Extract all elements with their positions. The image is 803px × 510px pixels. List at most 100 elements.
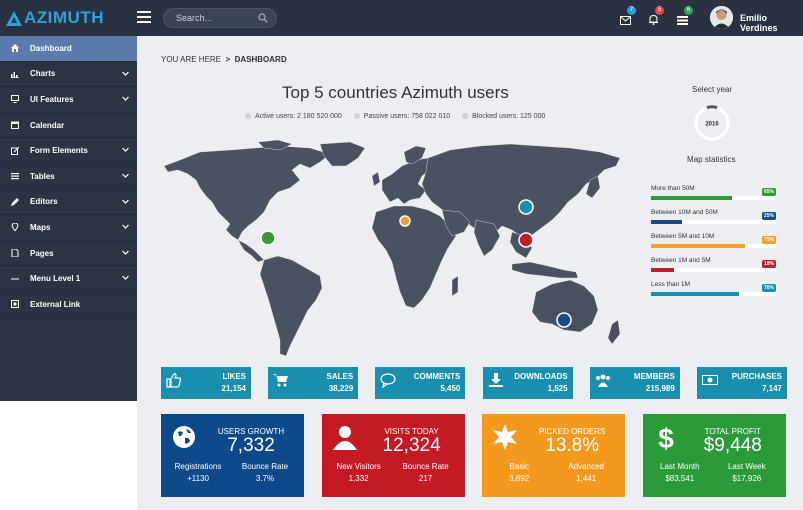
chevron-down-icon	[122, 71, 129, 76]
sidebar-item-label: Calendar	[30, 120, 65, 130]
sidebar-item-ui-features[interactable]: UI Features	[0, 87, 137, 113]
bell-badge: 5	[655, 6, 664, 15]
breadcrumb: YOU ARE HERE > DASHBOARD	[161, 55, 287, 64]
card-left-label: Basic	[509, 462, 529, 471]
map-stat-label: Between 5M and 10M	[651, 233, 715, 240]
sidebar-item-label: Charts	[30, 69, 56, 79]
sidebar-item-pages[interactable]: Pages	[0, 241, 137, 267]
table-icon	[10, 172, 19, 181]
usa-marker[interactable]	[260, 230, 276, 246]
map-stat-row: Between 10M and 50M 25%	[651, 209, 776, 229]
map-stat-fill	[651, 292, 739, 296]
australia-marker[interactable]	[556, 312, 572, 328]
germany-marker[interactable]	[399, 215, 411, 227]
avatar[interactable]	[710, 6, 733, 29]
map-stat-percent: 25%	[761, 212, 776, 220]
sidebar-item-charts[interactable]: Charts	[0, 62, 137, 88]
map-stat-percent: 75%	[761, 236, 776, 244]
search-box	[163, 8, 277, 28]
legend-blocked[interactable]: Blocked users: 125 000	[462, 113, 545, 120]
sidebar-item-label: External Link	[30, 299, 81, 309]
external-link-icon	[10, 300, 19, 309]
dollar-icon: $	[653, 423, 679, 454]
sidebar-item-tables[interactable]: Tables	[0, 164, 137, 190]
year-selector[interactable]: 2016	[693, 104, 731, 142]
card-right-value: 3.7%	[255, 474, 275, 483]
brand-name: AZIMUTH	[24, 8, 104, 27]
sidebar-item-label: Maps	[30, 222, 51, 232]
calendar-icon	[10, 121, 19, 130]
money-icon	[702, 372, 718, 388]
map-stat-label: Between 10M and 50M	[651, 209, 718, 216]
card-left-label: Registrations	[174, 462, 222, 471]
sidebar-item-label: Editors	[30, 197, 58, 207]
map-stat-percent: 65%	[761, 188, 776, 196]
globe-icon	[171, 424, 197, 450]
map-stat-bar	[651, 292, 776, 296]
sidebar-item-dashboard[interactable]: Dashboard	[0, 36, 137, 62]
page-icon	[10, 249, 19, 258]
hamburger-menu-icon[interactable]	[137, 11, 151, 23]
kpi-likes[interactable]: LIKES 21,154	[161, 367, 251, 399]
stat-card-users-growth[interactable]: USERS GROWTH 7,332 Registrations +1130 Bounc…	[161, 414, 304, 497]
kpi-label: COMMENTS	[413, 372, 461, 381]
map-stat-fill	[651, 196, 733, 200]
kpi-value: 7,147	[761, 384, 782, 393]
map-stat-label: Between 1M and 5M	[651, 257, 711, 264]
user-name[interactable]: Emilio Verdines	[740, 13, 803, 33]
map-stat-bar	[651, 244, 776, 248]
map-stat-fill	[651, 268, 674, 272]
brand-logo[interactable]: AZIMUTH	[6, 8, 104, 28]
map-title: Top 5 countries Azimuth users	[282, 83, 509, 102]
sidebar-item-calendar[interactable]: Calendar	[0, 113, 137, 139]
svg-text:$: $	[658, 424, 674, 450]
card-right-value: 217	[418, 474, 433, 483]
sidebar-item-external-link[interactable]: External Link	[0, 292, 137, 318]
card-left-value: $83,541	[665, 474, 695, 483]
card-value: 7,332	[227, 435, 275, 456]
mail-icon[interactable]: 7	[620, 6, 636, 25]
sidebar-item-menu-level-1[interactable]: Menu Level 1	[0, 266, 137, 292]
card-right-label: Last Week	[727, 462, 766, 471]
chevron-down-icon	[122, 96, 129, 102]
burst-icon	[492, 424, 518, 450]
card-left-value: 1,332	[348, 474, 369, 483]
map-stat-fill	[651, 220, 683, 224]
stat-card-visits-today[interactable]: VISITS TODAY 12,324 New Visitors 1,332 Bounc…	[321, 414, 465, 497]
card-value: $9,448	[703, 435, 762, 456]
sidebar-item-form-elements[interactable]: Form Elements	[0, 138, 137, 164]
kpi-value: 21,154	[221, 384, 246, 393]
russia-marker[interactable]	[518, 199, 534, 215]
pencil-icon	[10, 197, 19, 206]
kpi-members[interactable]: MEMBERS 215,989	[589, 367, 680, 399]
card-value: 12,324	[382, 435, 441, 456]
breadcrumb-separator: >	[225, 55, 231, 64]
kpi-comments[interactable]: COMMENTS 5,450	[375, 367, 466, 399]
bell-icon[interactable]: 5	[648, 6, 664, 25]
legend-passive[interactable]: Passive users: 758 022 010	[353, 113, 450, 120]
card-left-label: New Visitors	[336, 462, 381, 471]
kpi-label: MEMBERS	[633, 372, 675, 381]
search-input[interactable]	[176, 13, 256, 23]
card-right-value: 1,441	[576, 474, 597, 483]
list-badge: 6	[684, 6, 693, 15]
china-marker[interactable]	[518, 232, 534, 248]
world-map[interactable]	[160, 140, 626, 362]
kpi-sales[interactable]: SALES 38,229	[268, 367, 359, 399]
legend-active[interactable]: Active users: 2 180 520 000	[245, 113, 342, 120]
users-icon	[595, 372, 611, 388]
chevron-down-icon	[122, 224, 129, 230]
sidebar-item-maps[interactable]: Maps	[0, 215, 137, 241]
stat-card-total-profit[interactable]: $ TOTAL PROFIT $9,448 Last Month $83,541 Last…	[642, 414, 786, 497]
search-icon[interactable]	[258, 13, 268, 23]
map-stat-bar	[651, 196, 776, 200]
card-left-value: +1130	[187, 474, 209, 483]
card-right-value: $17,926	[732, 474, 762, 483]
kpi-downloads[interactable]: DOWNLOADS 1,525	[482, 367, 573, 399]
map-stat-bar	[651, 220, 776, 224]
sidebar-item-editors[interactable]: Editors	[0, 190, 137, 216]
breadcrumb-current[interactable]: DASHBOARD	[235, 55, 287, 64]
stat-card-picked-orders[interactable]: PICKED ORDERS 13.8% Basic 3,692 Advanced 1,44…	[482, 414, 626, 497]
list-icon[interactable]: 6	[677, 6, 693, 25]
kpi-purchases[interactable]: PURCHASES 7,147	[697, 367, 787, 399]
